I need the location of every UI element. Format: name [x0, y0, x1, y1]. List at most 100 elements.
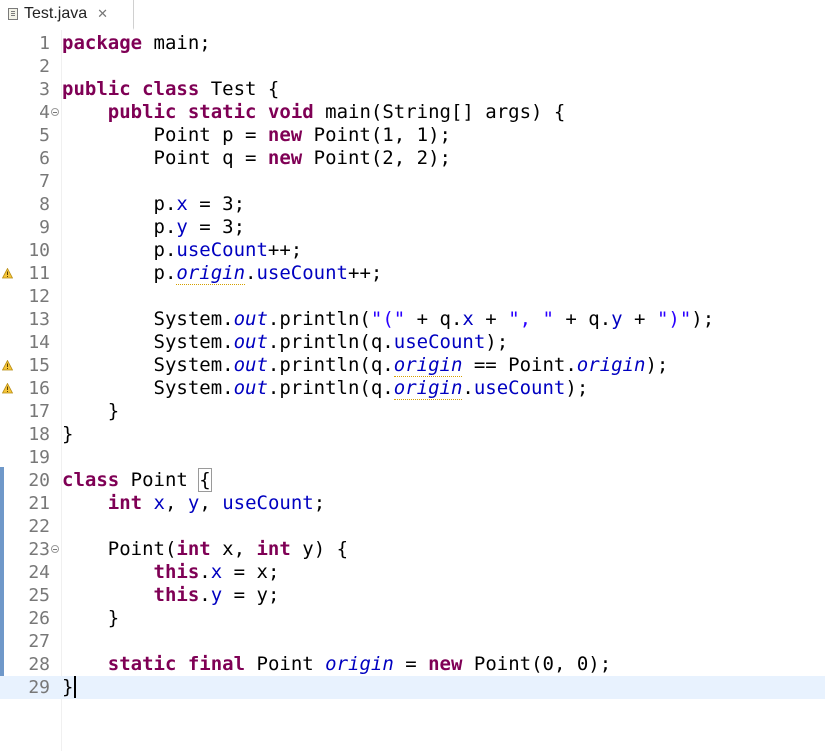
- code-line[interactable]: 6 Point q = new Point(2, 2);: [0, 147, 825, 170]
- code-line[interactable]: 22: [0, 515, 825, 538]
- code-token: out: [233, 308, 268, 330]
- code-text: }: [62, 607, 119, 630]
- code-token: origin: [576, 354, 646, 376]
- code-line[interactable]: 25 this.y = y;: [0, 584, 825, 607]
- fold-collapse-icon[interactable]: [51, 545, 59, 553]
- code-line[interactable]: 27: [0, 630, 825, 653]
- code-token: ", ": [508, 308, 554, 330]
- line-number: 6: [39, 148, 50, 169]
- code-token: .println(q.: [267, 331, 394, 353]
- code-line[interactable]: 14 System.out.println(q.useCount);: [0, 331, 825, 354]
- warning-icon[interactable]: [2, 360, 13, 371]
- code-token: y: [611, 308, 623, 330]
- line-number: 2: [39, 56, 50, 77]
- line-number: 27: [28, 631, 50, 652]
- code-token: Point(0, 0);: [462, 653, 612, 675]
- code-token: +: [473, 308, 509, 330]
- code-token: package: [62, 32, 143, 54]
- code-line[interactable]: 11 p.origin.useCount++;: [0, 262, 825, 285]
- code-line[interactable]: 10 p.useCount++;: [0, 239, 825, 262]
- code-token: }: [62, 423, 74, 445]
- code-line[interactable]: 18}: [0, 423, 825, 446]
- line-number: 5: [39, 125, 50, 146]
- line-number: 23: [28, 539, 50, 560]
- line-number: 21: [28, 493, 50, 514]
- warning-icon[interactable]: [2, 383, 13, 394]
- code-line[interactable]: 17 }: [0, 400, 825, 423]
- code-line[interactable]: 23 Point(int x, int y) {: [0, 538, 825, 561]
- code-token: );: [565, 377, 589, 399]
- code-text: }: [62, 423, 73, 446]
- code-token: x: [176, 193, 188, 215]
- code-token: p.: [62, 239, 177, 261]
- code-line[interactable]: 8 p.x = 3;: [0, 193, 825, 216]
- code-text: static final Point origin = new Point(0,…: [62, 653, 611, 676]
- code-token: ++;: [267, 239, 303, 261]
- line-number: 18: [28, 424, 50, 445]
- line-number: 24: [28, 562, 50, 583]
- code-line[interactable]: 26 }: [0, 607, 825, 630]
- code-token: p.: [62, 262, 177, 284]
- code-token: main(String[] args) {: [313, 101, 566, 123]
- fold-collapse-icon[interactable]: [51, 108, 59, 116]
- code-token: x,: [210, 538, 257, 560]
- code-token: this: [153, 561, 200, 583]
- line-number: 28: [28, 654, 50, 675]
- code-text: public static void main(String[] args) {: [62, 101, 566, 124]
- code-token: static: [107, 653, 177, 675]
- code-line[interactable]: 19: [0, 446, 825, 469]
- code-text: this.x = x;: [62, 561, 280, 584]
- code-line[interactable]: 16 System.out.println(q.origin.useCount)…: [0, 377, 825, 400]
- code-token: ;: [313, 492, 326, 514]
- code-line[interactable]: 15 System.out.println(q.origin == Point.…: [0, 354, 825, 377]
- code-text: }: [62, 400, 119, 423]
- code-token: Point p =: [62, 124, 268, 146]
- line-number: 17: [28, 401, 50, 422]
- code-line[interactable]: 28 static final Point origin = new Point…: [0, 653, 825, 676]
- matched-bracket: {: [198, 468, 212, 492]
- code-token: y) {: [290, 538, 349, 560]
- code-line[interactable]: 9 p.y = 3;: [0, 216, 825, 239]
- code-line[interactable]: 24 this.x = x;: [0, 561, 825, 584]
- code-token: x: [462, 308, 474, 330]
- code-text: Point q = new Point(2, 2);: [62, 147, 451, 170]
- code-line[interactable]: 5 Point p = new Point(1, 1);: [0, 124, 825, 147]
- code-token: class: [142, 78, 200, 100]
- code-token: useCount: [393, 331, 486, 353]
- line-number: 1: [39, 33, 50, 54]
- code-token: p.: [62, 216, 177, 238]
- code-line[interactable]: 3 public class Test {: [0, 78, 825, 101]
- code-line[interactable]: 4 public static void main(String[] args)…: [0, 101, 825, 124]
- close-icon[interactable]: ✕: [97, 6, 108, 22]
- code-text: System.out.println(q.origin == Point.ori…: [62, 354, 668, 377]
- tab-title: Test.java: [24, 5, 88, 22]
- code-line[interactable]: 21 int x, y, useCount;: [0, 492, 825, 515]
- code-line[interactable]: 12: [0, 285, 825, 308]
- code-line[interactable]: 13 System.out.println("(" + q.x + ", " +…: [0, 308, 825, 331]
- code-line[interactable]: 29}: [0, 676, 825, 699]
- code-token: = 3;: [187, 193, 246, 215]
- code-text: p.useCount++;: [62, 239, 303, 262]
- warning-icon[interactable]: [2, 268, 13, 279]
- code-editor[interactable]: 1 package main; 2 3 public class Test {4 pub…: [0, 30, 825, 751]
- code-token: .: [462, 377, 474, 399]
- code-line[interactable]: 20 class Point {: [0, 468, 825, 492]
- code-line[interactable]: 2: [0, 55, 825, 78]
- code-token: .: [199, 584, 211, 606]
- code-token: }: [62, 607, 120, 629]
- code-token: }: [62, 676, 74, 698]
- code-token: .println(: [267, 308, 371, 330]
- tab-test-java[interactable]: Test.java ✕: [0, 0, 134, 30]
- line-number: 8: [39, 194, 50, 215]
- code-token: ,: [199, 492, 223, 514]
- code-line[interactable]: 7: [0, 170, 825, 193]
- code-line[interactable]: 1 package main;: [0, 32, 825, 55]
- java-file-icon: [8, 8, 18, 20]
